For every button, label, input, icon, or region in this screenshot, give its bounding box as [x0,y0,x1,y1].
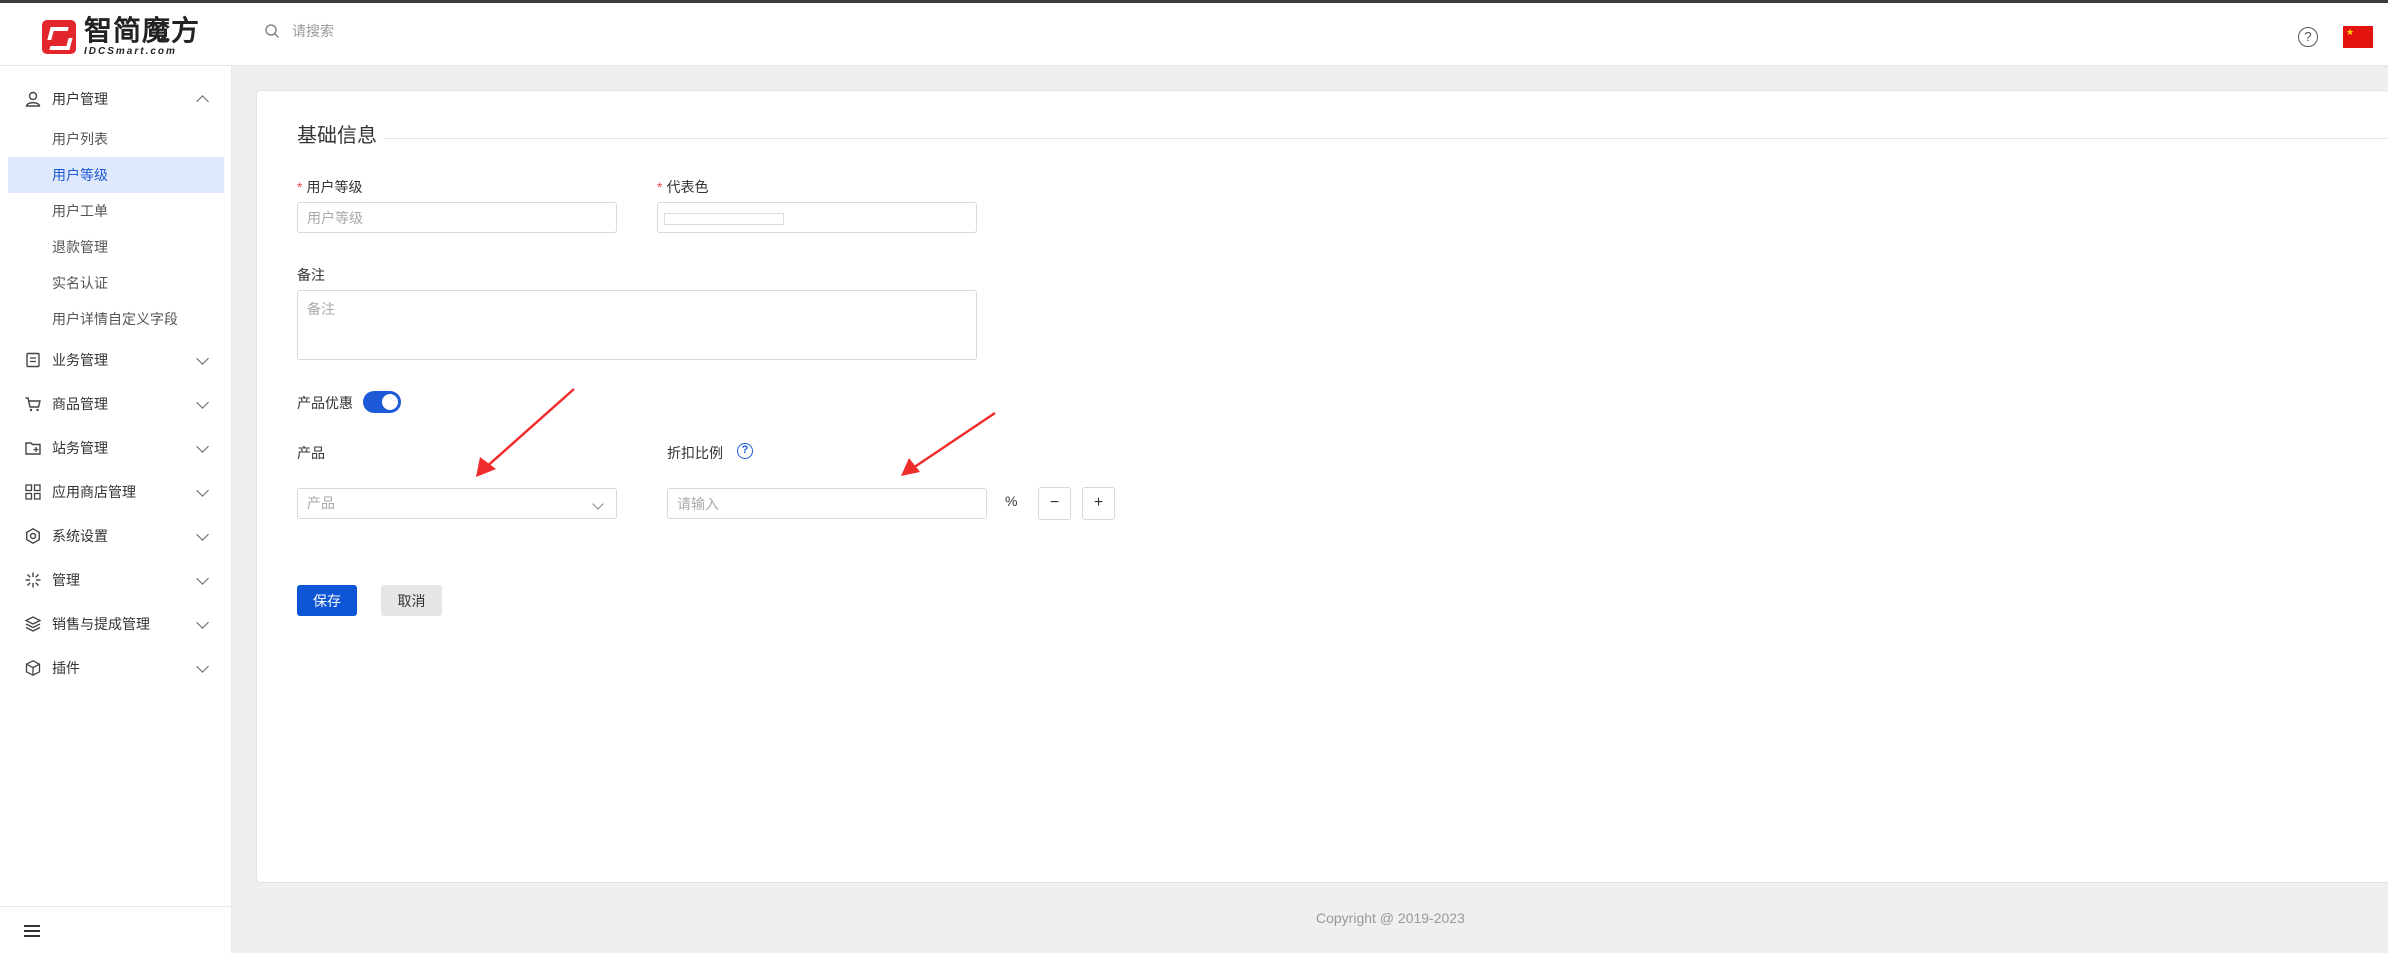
decrement-button[interactable]: − [1038,487,1071,520]
layers-icon [24,616,42,632]
user-level-input[interactable] [297,202,617,233]
section-title: 基础信息 [297,119,383,148]
save-button[interactable]: 保存 [297,585,357,616]
sidebar-group-app-store[interactable]: 应用商店管理 [0,472,232,512]
product-discount-toggle[interactable] [363,391,401,413]
chevron-down-icon [196,528,209,541]
section-divider [297,138,2388,139]
chevron-down-icon [196,352,209,365]
sidebar-group-plugins[interactable]: 插件 [0,648,232,688]
user-icon [25,91,41,107]
settings-hex-icon [26,527,40,545]
sidebar-item-real-name-auth[interactable]: 实名认证 [8,265,224,301]
folder-add-icon [25,442,41,455]
sidebar-group-label: 用户管理 [52,91,108,107]
logo[interactable]: 智简魔方 IDCSmart.com [42,17,200,57]
sidebar-group-business[interactable]: 业务管理 [0,340,232,380]
product-select-placeholder: 产品 [307,495,335,511]
required-asterisk: * [297,179,303,195]
logo-title: 智简魔方 [84,15,201,46]
chevron-down-icon [196,660,209,673]
logo-subtitle: IDCSmart.com [84,46,177,57]
sidebar-item-user-list[interactable]: 用户列表 [8,121,224,157]
grid-apps-icon [25,484,41,500]
form-card: 基础信息 *用户等级 *代表色 备注 产品优惠 产品 产品 折扣比例 ? % −… [256,90,2388,883]
percent-symbol: % [1005,493,1018,509]
sidebar-item-user-level[interactable]: 用户等级 [8,157,224,193]
discount-ratio-label: 折扣比例 [667,445,723,461]
color-label: * 代表色 [657,179,709,195]
question-circle-icon[interactable]: ? [2298,27,2318,47]
sidebar-group-system-settings[interactable]: 系统设置 [0,516,232,556]
search-input[interactable] [292,23,592,39]
sidebar-collapse-bar [0,906,232,953]
footer-copyright: Copyright @ 2019-2023 [1316,910,1465,926]
sidebar-item-refund-management[interactable]: 退款管理 [8,229,224,265]
logo-mark-icon [42,20,76,54]
chevron-down-icon [196,616,209,629]
question-circle-icon[interactable]: ? [737,443,753,459]
required-asterisk: * [657,179,663,195]
note-textarea[interactable] [297,290,977,360]
sidebar-item-user-ticket[interactable]: 用户工单 [8,193,224,229]
chevron-down-icon [196,440,209,453]
chevron-down-icon [592,498,604,510]
cancel-button[interactable]: 取消 [381,585,442,616]
chevron-up-icon [196,95,209,108]
sidebar-group-sales-commission[interactable]: 销售与提成管理 [0,604,232,644]
product-discount-label: 产品优惠 [297,395,353,411]
color-picker[interactable] [657,202,977,233]
sidebar-group-user-management[interactable]: 用户管理 [0,79,232,119]
search-icon[interactable] [264,23,280,39]
discount-ratio-input[interactable] [667,488,987,519]
user-level-label: * 用户等级 [297,179,363,195]
toggle-knob [382,394,398,410]
note-label: 备注 [297,267,325,283]
top-bar: 智简魔方 IDCSmart.com ? ★ [0,0,2388,66]
document-list-icon [26,352,40,368]
global-search [264,23,592,39]
color-swatch [664,213,784,225]
china-flag-icon[interactable]: ★ [2343,26,2373,48]
cube-icon [25,660,41,676]
sidebar-item-custom-fields[interactable]: 用户详情自定义字段 [8,301,224,337]
sparkle-icon [25,572,41,588]
sidebar-group-management[interactable]: 管理 [0,560,232,600]
sidebar: 用户管理 用户列表 用户等级 用户工单 退款管理 实名认证 用户详情自定义字段 … [0,66,232,953]
hamburger-menu-icon[interactable] [24,925,40,937]
product-label: 产品 [297,445,325,461]
chevron-down-icon [196,484,209,497]
sidebar-group-site-affairs[interactable]: 站务管理 [0,428,232,468]
increment-button[interactable]: + [1082,487,1115,520]
product-select[interactable]: 产品 [297,488,617,519]
chevron-down-icon [196,396,209,409]
cart-icon [25,397,41,412]
sidebar-group-products[interactable]: 商品管理 [0,384,232,424]
chevron-down-icon [196,572,209,585]
